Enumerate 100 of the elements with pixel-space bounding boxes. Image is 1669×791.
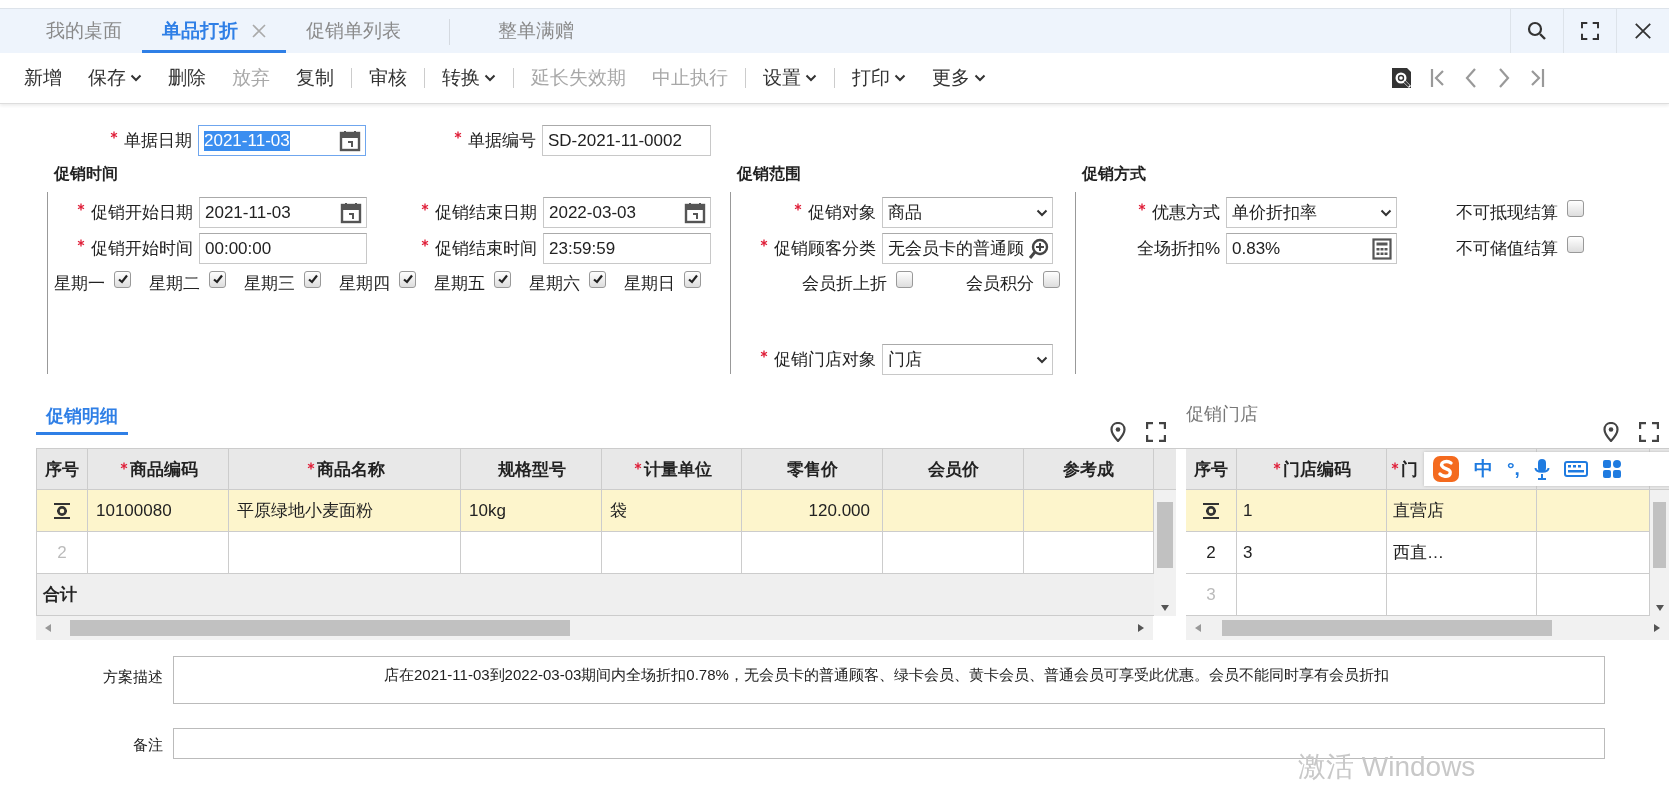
keyboard-icon[interactable] — [1563, 460, 1588, 478]
checkbox[interactable] — [684, 270, 701, 288]
field-label: 单据日期 — [124, 130, 192, 152]
checkbox-label: 星期日 — [624, 272, 675, 295]
required-mark-icon — [1272, 462, 1281, 470]
input-field[interactable]: 2022-03-03 — [543, 197, 711, 228]
row-number-cell[interactable]: 2 — [1186, 532, 1237, 574]
toolbar-button[interactable]: 更多 — [919, 61, 999, 95]
toolbar-button[interactable]: 复制 — [283, 61, 347, 95]
row-settings-icon[interactable] — [52, 501, 72, 520]
chevron-down-icon — [894, 74, 906, 82]
last-page-icon[interactable] — [1529, 67, 1545, 89]
input-field[interactable]: 23:59:59 — [543, 233, 711, 264]
checkbox[interactable] — [304, 270, 321, 288]
table-cell: 1 — [1237, 490, 1387, 532]
select-field[interactable]: 门店 — [882, 344, 1053, 375]
checkbox-label: 星期一 — [54, 272, 105, 295]
field-label: 促销开始时间 — [91, 238, 193, 260]
required-mark-icon — [760, 239, 768, 247]
field-label: 促销开始日期 — [91, 202, 193, 224]
scroll-down-icon[interactable] — [1654, 604, 1665, 612]
apps-grid-icon[interactable] — [1601, 459, 1622, 479]
toolbar-button[interactable]: 打印 — [839, 61, 919, 95]
location-pin-icon[interactable] — [1110, 422, 1126, 442]
first-page-icon[interactable] — [1430, 67, 1446, 89]
table-cell: 120.000 — [742, 490, 883, 532]
field-label: 优惠方式 — [1152, 202, 1220, 224]
input-field[interactable]: SD-2021-11-0002 — [542, 125, 711, 156]
input-field[interactable]: 无会员卡的普通顾 — [882, 233, 1053, 264]
required-mark-icon — [1138, 203, 1146, 211]
toolbar-button[interactable]: 删除 — [155, 61, 219, 95]
checkbox-label: 星期六 — [529, 272, 580, 295]
punctuation-toggle[interactable]: °, — [1507, 458, 1520, 480]
checkbox[interactable] — [399, 270, 416, 288]
checkbox-label: 星期五 — [434, 272, 485, 295]
table-cell: 10100080 — [88, 490, 229, 532]
scroll-right-icon[interactable] — [1653, 623, 1661, 633]
chevron-down-icon — [1036, 208, 1048, 217]
fullscreen-icon[interactable] — [1639, 422, 1659, 442]
toolbar-button[interactable]: 审核 — [356, 61, 420, 95]
chevron-down-icon — [1036, 355, 1048, 364]
logo-icon[interactable] — [1432, 455, 1460, 483]
description-field[interactable]: 店在2021-11-03到2022-03-03期间内全场折扣0.78%，无会员卡的普通顾客、绿卡会员、黄卡会员、普通会员可享受此优惠。会员不能同时享有会员折扣 — [173, 656, 1605, 704]
next-icon[interactable] — [1496, 67, 1512, 89]
table-cell: 袋 — [602, 490, 742, 532]
select-field[interactable]: 单价折扣率 — [1226, 197, 1397, 228]
checkbox[interactable] — [589, 270, 606, 288]
chevron-down-icon — [974, 74, 986, 82]
toolbar-button[interactable]: 设置 — [750, 61, 830, 95]
vertical-scrollbar[interactable] — [1650, 490, 1669, 616]
horizontal-scrollbar[interactable] — [36, 616, 1153, 640]
select-field[interactable]: 商品 — [882, 197, 1053, 228]
panel-tab[interactable]: 促销明细 — [36, 392, 128, 435]
input-mode-toggle[interactable]: 中 — [1474, 456, 1493, 482]
previous-icon[interactable] — [1463, 67, 1479, 89]
field-label: 促销结束日期 — [435, 202, 537, 224]
table-cell: 西直… — [1387, 532, 1537, 574]
checkbox-label: 不可抵现结算 — [1455, 202, 1558, 224]
table-cell: 10kg — [461, 490, 602, 532]
required-mark-icon — [110, 131, 118, 139]
location-pin-icon[interactable] — [1603, 422, 1619, 442]
checkbox[interactable] — [494, 270, 511, 288]
scroll-down-icon[interactable] — [1160, 604, 1170, 612]
required-mark-icon — [77, 203, 85, 211]
checkbox[interactable] — [209, 270, 226, 288]
input-field[interactable]: 00:00:00 — [199, 233, 367, 264]
toolbar-button[interactable]: 新增 — [11, 61, 75, 95]
checkbox[interactable] — [114, 270, 131, 288]
field-label: 促销门店对象 — [774, 349, 876, 371]
row-number-cell[interactable] — [37, 490, 88, 532]
field-label: 方案描述 — [102, 667, 164, 687]
toolbar-button[interactable]: 保存 — [75, 61, 155, 95]
checkbox[interactable] — [896, 270, 913, 288]
input-field[interactable]: 0.83% — [1226, 233, 1397, 264]
microphone-icon[interactable] — [1533, 458, 1550, 480]
tab[interactable]: 单品打折 — [142, 12, 286, 53]
table-cell: 平原绿地小麦面粉 — [229, 490, 461, 532]
checkbox-label: 星期四 — [339, 272, 390, 295]
table-cell: 直营店 — [1387, 490, 1537, 532]
checkbox-label: 会员折上折 — [801, 272, 887, 295]
required-mark-icon — [77, 239, 85, 247]
checkbox[interactable] — [1567, 200, 1584, 217]
scroll-right-icon[interactable] — [1137, 623, 1145, 633]
checkbox-label: 星期三 — [244, 272, 295, 295]
horizontal-scrollbar[interactable] — [1186, 616, 1669, 640]
toolbar-button[interactable]: 转换 — [429, 61, 509, 95]
chevron-down-icon — [1380, 208, 1392, 217]
section-title: 促销范围 — [735, 164, 802, 184]
checkbox[interactable] — [1043, 270, 1060, 288]
vertical-scrollbar[interactable] — [1154, 490, 1176, 616]
checkbox[interactable] — [1567, 236, 1584, 253]
required-mark-icon — [760, 350, 768, 358]
input-field[interactable]: 2021-11-03 — [199, 197, 367, 228]
row-number-cell[interactable] — [1186, 490, 1237, 532]
row-settings-icon[interactable] — [1201, 501, 1221, 520]
preview-icon[interactable] — [1389, 66, 1413, 90]
required-mark-icon — [794, 203, 802, 211]
required-mark-icon — [454, 131, 462, 139]
field-label: 促销顾客分类 — [774, 238, 876, 260]
fullscreen-icon[interactable] — [1146, 422, 1166, 442]
